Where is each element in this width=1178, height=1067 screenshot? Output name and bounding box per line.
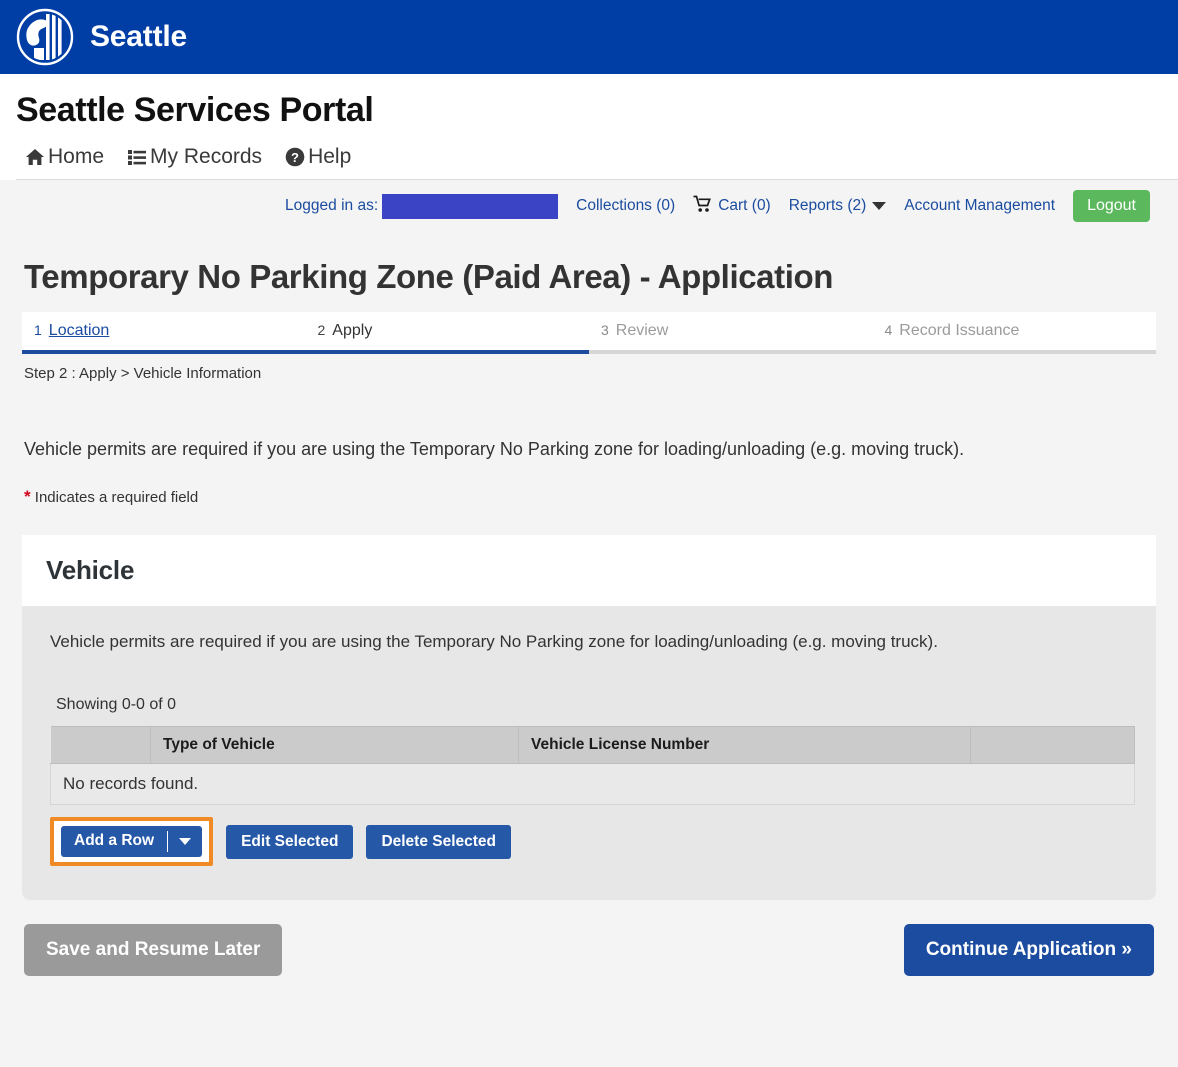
no-records-message: No records found. xyxy=(50,763,1135,806)
question-circle-icon: ? xyxy=(284,146,306,168)
cart-link[interactable]: Cart (0) xyxy=(693,195,771,218)
svg-text:?: ? xyxy=(291,150,299,165)
vehicle-section-title: Vehicle xyxy=(46,555,135,586)
logged-in-label: Logged in as: xyxy=(285,197,379,215)
nav-item-help[interactable]: ? Help xyxy=(284,145,351,169)
city-name-label: Seattle xyxy=(90,20,187,53)
logout-button[interactable]: Logout xyxy=(1073,190,1150,223)
nav-item-home[interactable]: Home xyxy=(24,145,104,169)
main-content: Temporary No Parking Zone (Paid Area) - … xyxy=(0,258,1178,977)
table-header-select xyxy=(50,726,151,765)
page-title: Temporary No Parking Zone (Paid Area) - … xyxy=(24,258,833,296)
vehicle-table-actions: Add a Row Edit Selected Delete Selected xyxy=(50,817,1132,867)
required-field-note: * Indicates a required field xyxy=(24,487,1156,507)
main-navigation: Home My Records ? Help xyxy=(16,129,1178,181)
cart-label: Cart (0) xyxy=(718,197,771,215)
intro-text: Vehicle permits are required if you are … xyxy=(24,439,965,460)
wizard-step-record-issuance: 4 Record Issuance xyxy=(873,322,1157,340)
home-icon xyxy=(24,146,46,168)
breadcrumb: Step 2 : Apply > Vehicle Information xyxy=(24,365,262,383)
vehicle-section-note: Vehicle permits are required if you are … xyxy=(50,632,938,652)
vehicle-table-header: Type of Vehicle Vehicle License Number xyxy=(50,726,1135,765)
add-a-row-split-button[interactable]: Add a Row xyxy=(61,826,203,858)
portal-title: Seattle Services Portal xyxy=(16,91,374,129)
logged-in-as: Logged in as: xyxy=(285,193,559,219)
delete-selected-button[interactable]: Delete Selected xyxy=(366,824,512,859)
wizard-progress-fill xyxy=(22,350,589,355)
wizard-step-label: Review xyxy=(615,322,669,340)
wizard-step-label: Location xyxy=(48,322,110,340)
wizard-step-apply[interactable]: 2 Apply xyxy=(306,322,590,340)
vehicle-section-body: Vehicle permits are required if you are … xyxy=(22,606,1156,901)
nav-label-my-records: My Records xyxy=(150,145,263,169)
table-header-vehicle-license-number: Vehicle License Number xyxy=(518,726,971,765)
required-asterisk: * xyxy=(24,487,31,507)
edit-selected-button[interactable]: Edit Selected xyxy=(226,824,354,859)
list-icon xyxy=(126,146,148,168)
caret-down-icon xyxy=(872,202,887,211)
caret-down-icon xyxy=(179,838,192,846)
shopping-cart-icon xyxy=(693,195,712,218)
add-a-row-dropdown-toggle[interactable] xyxy=(168,826,202,857)
vehicle-table-body: No records found. xyxy=(50,763,1135,806)
username-redacted xyxy=(382,193,559,219)
table-header-actions xyxy=(970,726,1135,765)
wizard-step-review: 3 Review xyxy=(589,322,873,340)
reports-label: Reports (2) xyxy=(788,197,867,215)
wizard-step-location[interactable]: 1 Location xyxy=(22,322,306,340)
vehicle-table: Type of Vehicle Vehicle License Number N… xyxy=(50,726,1135,806)
wizard-step-label: Apply xyxy=(332,322,373,340)
vehicle-section: Vehicle Vehicle permits are required if … xyxy=(22,535,1156,901)
nav-item-my-records[interactable]: My Records xyxy=(126,145,262,169)
portal-header: Seattle Services Portal Home My Records xyxy=(0,74,1178,181)
wizard-step-number: 1 xyxy=(34,322,42,339)
wizard-step-number: 2 xyxy=(317,322,326,339)
add-a-row-button[interactable]: Add a Row xyxy=(61,826,167,857)
wizard-step-label: Record Issuance xyxy=(899,322,1020,340)
add-a-row-focus-ring: Add a Row xyxy=(50,817,214,867)
record-count-label: Showing 0-0 of 0 xyxy=(56,696,177,714)
table-header-row: Type of Vehicle Vehicle License Number xyxy=(50,726,1135,765)
vehicle-section-header: Vehicle xyxy=(22,535,1156,607)
account-bar: Logged in as: Collections (0) Cart (0) R… xyxy=(0,180,1178,233)
collections-link[interactable]: Collections (0) xyxy=(576,197,675,215)
required-note-label: Indicates a required field xyxy=(34,489,199,507)
table-header-type-of-vehicle: Type of Vehicle xyxy=(150,726,519,765)
step-wizard: 1 Location 2 Apply 3 Review 4 Record Iss… xyxy=(22,312,1157,355)
nav-label-home: Home xyxy=(48,145,105,169)
continue-application-button[interactable]: Continue Application » xyxy=(903,924,1154,977)
wizard-step-number: 3 xyxy=(601,322,609,339)
account-management-link[interactable]: Account Management xyxy=(904,197,1055,215)
save-and-resume-later-button[interactable]: Save and Resume Later xyxy=(24,924,283,977)
seattle-city-seal-icon xyxy=(16,8,74,66)
footer-actions: Save and Resume Later Continue Applicati… xyxy=(22,924,1156,977)
city-brand-bar: Seattle xyxy=(0,0,1178,74)
wizard-step-number: 4 xyxy=(884,322,893,339)
nav-label-help: Help xyxy=(308,145,352,169)
table-row-empty: No records found. xyxy=(50,763,1135,806)
reports-dropdown[interactable]: Reports (2) xyxy=(789,197,887,215)
